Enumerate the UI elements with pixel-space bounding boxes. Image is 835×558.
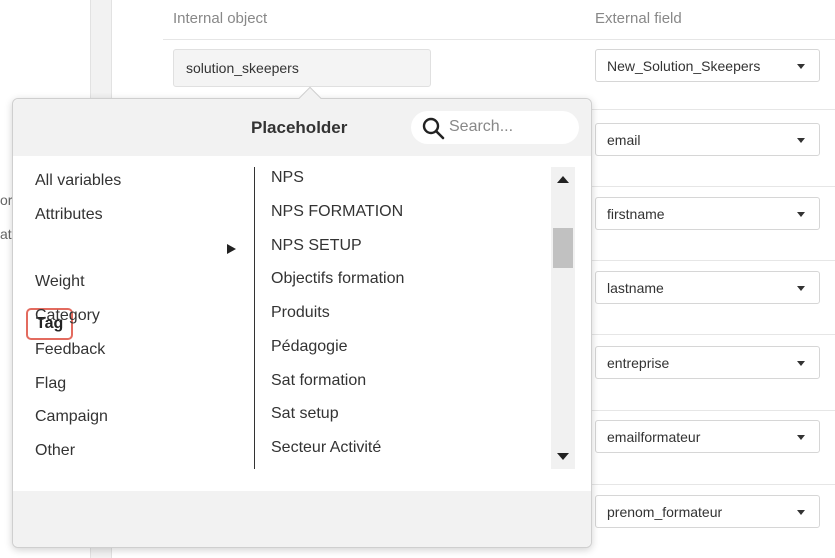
- list-divider: [254, 167, 255, 469]
- tag-item[interactable]: Objectifs formation: [271, 270, 404, 288]
- row-divider: [590, 260, 835, 261]
- row-divider: [590, 410, 835, 411]
- clipped-label: or: [0, 192, 13, 208]
- dropdown-caret-icon: [797, 435, 805, 440]
- tag-item[interactable]: Sat setup: [271, 405, 339, 423]
- placeholder-popover: Placeholder All variables Attributes Tag…: [12, 86, 592, 548]
- category-item-attributes[interactable]: Attributes: [35, 206, 103, 224]
- external-field-select[interactable]: entreprise: [595, 346, 820, 379]
- external-field-value: entreprise: [607, 355, 670, 371]
- external-field-value: email: [607, 132, 641, 148]
- tag-item[interactable]: Pédagogie: [271, 338, 348, 356]
- external-field-select[interactable]: prenom_formateur: [595, 495, 820, 528]
- external-field-header: External field: [595, 10, 682, 27]
- scroll-up-icon[interactable]: [557, 176, 569, 183]
- external-field-select[interactable]: email: [595, 123, 820, 156]
- external-field-value: prenom_formateur: [607, 504, 723, 520]
- dropdown-caret-icon: [797, 64, 805, 69]
- search-input[interactable]: [449, 117, 569, 137]
- dropdown-caret-icon: [797, 286, 805, 291]
- tag-item[interactable]: Produits: [271, 304, 330, 322]
- chevron-right-icon: [227, 244, 236, 254]
- tag-item[interactable]: Sat formation: [271, 372, 366, 390]
- category-item-feedback[interactable]: Feedback: [35, 341, 105, 359]
- tag-item[interactable]: Secteur Activité: [271, 439, 381, 457]
- external-field-value: New_Solution_Skeepers: [607, 58, 761, 74]
- popover-title: Placeholder: [251, 118, 348, 137]
- dropdown-caret-icon: [797, 212, 805, 217]
- external-field-value: emailformateur: [607, 429, 701, 445]
- tag-list-scrollbar[interactable]: [551, 167, 575, 469]
- tag-item[interactable]: NPS SETUP: [271, 237, 362, 255]
- category-item-flag[interactable]: Flag: [35, 375, 66, 393]
- row-divider: [590, 109, 835, 110]
- row-divider: [590, 484, 835, 485]
- external-field-select[interactable]: New_Solution_Skeepers: [595, 49, 820, 82]
- internal-object-field[interactable]: solution_skeepers: [173, 49, 431, 87]
- search-box[interactable]: [411, 111, 579, 144]
- dropdown-caret-icon: [797, 138, 805, 143]
- external-field-select[interactable]: firstname: [595, 197, 820, 230]
- external-field-value: lastname: [607, 280, 664, 296]
- category-item-other[interactable]: Other: [35, 442, 75, 460]
- header-divider: [163, 39, 835, 40]
- row-divider: [590, 334, 835, 335]
- external-field-select[interactable]: lastname: [595, 271, 820, 304]
- external-field-value: firstname: [607, 206, 665, 222]
- popover-footer: [13, 491, 591, 547]
- dropdown-caret-icon: [797, 510, 805, 515]
- category-item-weight[interactable]: Weight: [35, 273, 85, 291]
- dropdown-caret-icon: [797, 361, 805, 366]
- scroll-down-icon[interactable]: [557, 453, 569, 460]
- tag-item[interactable]: NPS: [271, 169, 304, 187]
- category-item-all-variables[interactable]: All variables: [35, 172, 121, 190]
- search-icon[interactable]: [421, 116, 445, 140]
- scrollbar-thumb[interactable]: [553, 228, 573, 268]
- internal-object-header: Internal object: [173, 10, 268, 27]
- category-item-campaign[interactable]: Campaign: [35, 408, 108, 426]
- tag-item[interactable]: NPS FORMATION: [271, 203, 403, 221]
- external-field-select[interactable]: emailformateur: [595, 420, 820, 453]
- row-divider: [590, 186, 835, 187]
- popover-header: Placeholder: [13, 99, 591, 156]
- category-item-category[interactable]: Category: [35, 307, 100, 325]
